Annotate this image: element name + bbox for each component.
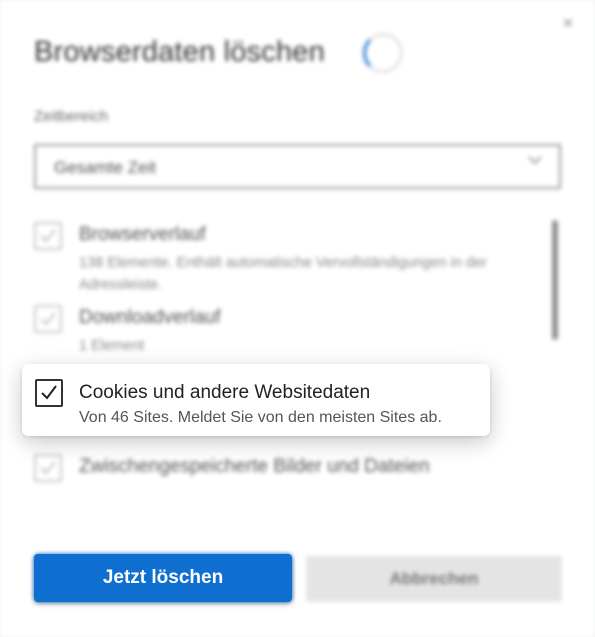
checkmark-icon [41,385,57,400]
checkbox-cached-images[interactable] [34,454,62,482]
checkbox-cookies[interactable] [35,379,63,407]
option-cookies-site-data[interactable]: Cookies und andere Websitedaten Von 46 S… [22,364,490,436]
option-title: Cookies und andere Websitedaten [79,382,371,403]
checkmark-icon [40,461,56,475]
option-description: 1 Element [79,338,145,354]
option-description: 138 Elemente. Enthält automatische Vervo… [79,255,487,293]
time-range-value: Gesamte Zeit [54,158,157,177]
stage: × Browserdaten löschen Zeitbereich Gesam… [0,0,595,637]
time-range-label: Zeitbereich [34,108,109,125]
loading-spinner-icon [363,33,403,73]
chevron-down-icon [528,156,542,165]
option-title: Downloadverlauf [79,307,221,328]
checkbox-browsing-history[interactable] [34,222,62,250]
clear-now-button[interactable]: Jetzt löschen [34,554,292,602]
time-range-select[interactable]: Gesamte Zeit [34,144,561,189]
option-title: Browserverlauf [79,224,206,245]
checkbox-download-history[interactable] [34,305,62,333]
cancel-button[interactable]: Abbrechen [306,556,562,602]
checkmark-icon [40,229,56,243]
checkmark-icon [40,312,56,326]
dialog-title: Browserdaten löschen [34,36,325,68]
option-title: Zwischengespeicherte Bilder und Dateien [79,456,430,477]
clear-browsing-data-dialog: × Browserdaten löschen Zeitbereich Gesam… [0,0,595,637]
close-icon[interactable]: × [559,14,577,32]
option-description: Von 46 Sites. Meldet Sie von den meisten… [79,409,442,426]
